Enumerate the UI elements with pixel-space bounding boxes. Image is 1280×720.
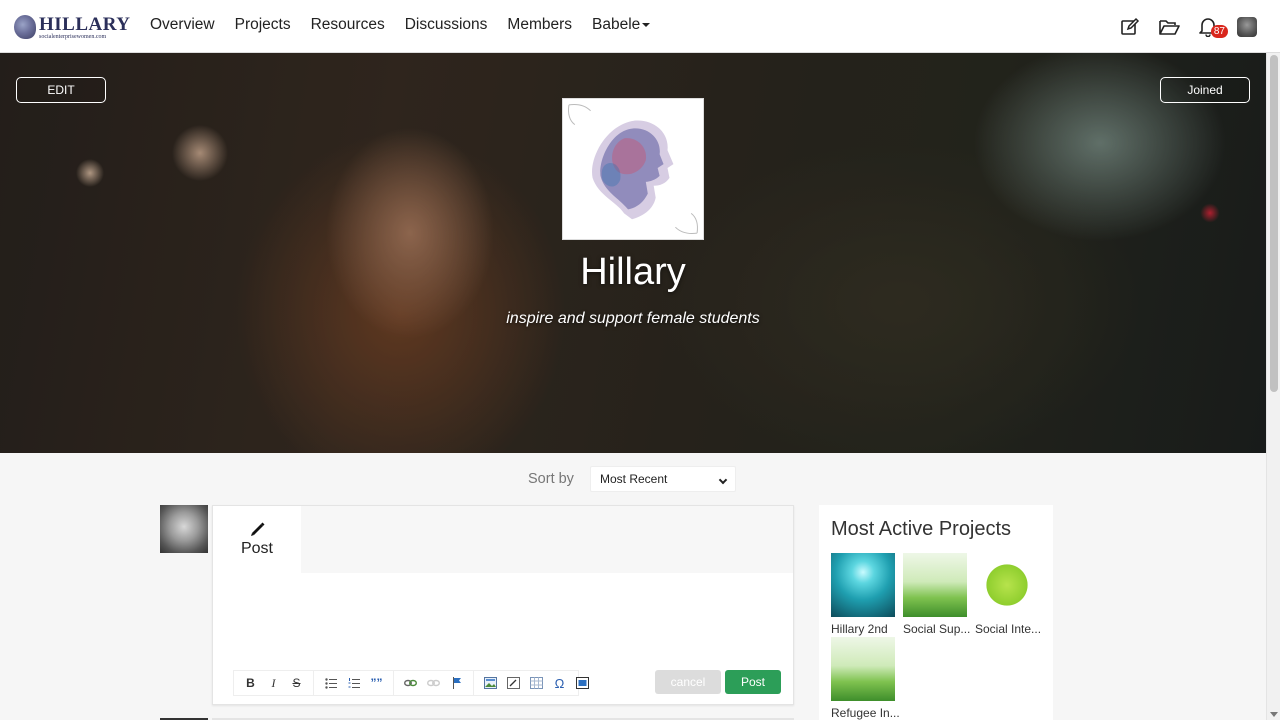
project-name: Hillary 2nd	[831, 622, 888, 636]
sort-selected-value: Most Recent	[600, 472, 668, 486]
folder-open-icon	[1158, 20, 1180, 35]
toolbar-group-lists: ””	[314, 671, 394, 695]
group-title: Hillary	[580, 251, 686, 293]
post-submit-button[interactable]: Post	[725, 670, 781, 694]
nav-members[interactable]: Members	[507, 16, 572, 34]
group-tagline: inspire and support female students	[506, 310, 760, 327]
group-cover-banner: EDIT Joined Hillary inspire and support …	[0, 53, 1266, 453]
insert-embed-button[interactable]	[502, 672, 525, 694]
most-active-projects-panel: Most Active Projects Hillary 2nd Social …	[819, 505, 1053, 720]
insert-link-button[interactable]	[399, 672, 422, 694]
bulleted-list-button[interactable]	[319, 672, 342, 694]
special-char-button[interactable]: Ω	[548, 672, 571, 694]
edit-button[interactable]: EDIT	[16, 77, 106, 103]
cancel-button[interactable]: cancel	[655, 670, 721, 694]
current-user-avatar	[160, 505, 208, 553]
page-scrollbar[interactable]	[1266, 53, 1280, 720]
editor-toolbar: B I S ”” Ω	[233, 670, 589, 696]
unlink-button[interactable]	[422, 672, 445, 694]
toolbar-group-format: B I S	[234, 671, 314, 695]
image-icon	[484, 677, 497, 689]
nav-overview[interactable]: Overview	[150, 16, 215, 34]
notification-count-badge: 87	[1210, 25, 1228, 38]
top-navbar: HILLARY socialenterprisewomen.com Overvi…	[0, 0, 1280, 53]
bold-button[interactable]: B	[239, 672, 262, 694]
project-thumbnail	[975, 553, 1039, 617]
main-nav: Overview Projects Resources Discussions …	[150, 16, 670, 34]
caret-down-icon	[642, 22, 651, 27]
numbered-list-button[interactable]	[342, 672, 365, 694]
anchor-button[interactable]	[445, 672, 468, 694]
strikethrough-button[interactable]: S	[285, 672, 308, 694]
insert-image-button[interactable]	[479, 672, 502, 694]
project-name: Social Sup...	[903, 622, 971, 636]
numbered-list-icon	[348, 677, 360, 688]
project-card[interactable]: Hillary 2nd	[831, 553, 897, 636]
project-card[interactable]: Social Inte...	[975, 553, 1041, 636]
tab-post[interactable]: Post	[213, 506, 301, 573]
notifications-button[interactable]: 87	[1195, 14, 1228, 40]
user-menu-button[interactable]	[1234, 14, 1260, 40]
table-icon	[530, 677, 543, 689]
nav-discussions[interactable]: Discussions	[405, 16, 488, 34]
project-name: Social Inte...	[975, 622, 1042, 636]
insert-media-button[interactable]	[571, 672, 594, 694]
nav-babele-label: Babele	[592, 16, 641, 33]
next-post-card-edge	[160, 716, 794, 720]
edit-icon	[1121, 17, 1140, 35]
toolbar-group-insert: Ω	[474, 671, 599, 695]
project-name: Refugee In...	[831, 706, 900, 720]
project-card[interactable]: Refugee In...	[831, 637, 900, 720]
project-thumbnail	[831, 637, 895, 701]
chevron-down-icon	[718, 475, 728, 485]
scroll-down-arrow-icon[interactable]	[1270, 712, 1278, 717]
nav-actions: 87	[1104, 14, 1260, 40]
compose-button[interactable]	[1117, 14, 1143, 40]
pen-icon	[251, 522, 265, 536]
post-composer: Post B I S ”” Ω cancel Post	[212, 505, 794, 705]
flag-icon	[452, 677, 461, 689]
link-icon	[404, 679, 417, 687]
project-thumbnail	[831, 553, 895, 617]
group-logo	[562, 98, 704, 240]
folder-button[interactable]	[1156, 14, 1182, 40]
media-icon	[576, 677, 589, 689]
composer-tabs: Post	[213, 506, 793, 573]
insert-table-button[interactable]	[525, 672, 548, 694]
project-card[interactable]: Social Sup...	[903, 553, 971, 636]
blockquote-button[interactable]: ””	[365, 672, 388, 694]
embed-icon	[507, 677, 520, 689]
tab-post-label: Post	[240, 540, 273, 557]
sort-label: Sort by	[528, 471, 574, 487]
profile-head-image	[568, 104, 698, 234]
avatar	[1237, 17, 1257, 37]
site-logo[interactable]: HILLARY socialenterprisewomen.com	[12, 12, 130, 42]
sort-select[interactable]: Most Recent	[590, 466, 736, 492]
unlink-icon	[427, 679, 440, 687]
bulleted-list-icon	[324, 677, 337, 689]
project-thumbnail	[903, 553, 967, 617]
logo-head-icon	[14, 15, 36, 39]
projects-panel-title: Most Active Projects	[831, 518, 1012, 540]
italic-button[interactable]: I	[262, 672, 285, 694]
nav-resources[interactable]: Resources	[311, 16, 385, 34]
logo-name: HILLARY	[39, 14, 131, 35]
nav-babele-dropdown[interactable]: Babele	[592, 16, 651, 34]
nav-projects[interactable]: Projects	[235, 16, 291, 34]
toolbar-group-links	[394, 671, 474, 695]
joined-button[interactable]: Joined	[1160, 77, 1250, 103]
logo-tagline: socialenterprisewomen.com	[39, 34, 107, 40]
scrollbar-thumb[interactable]	[1270, 55, 1278, 392]
